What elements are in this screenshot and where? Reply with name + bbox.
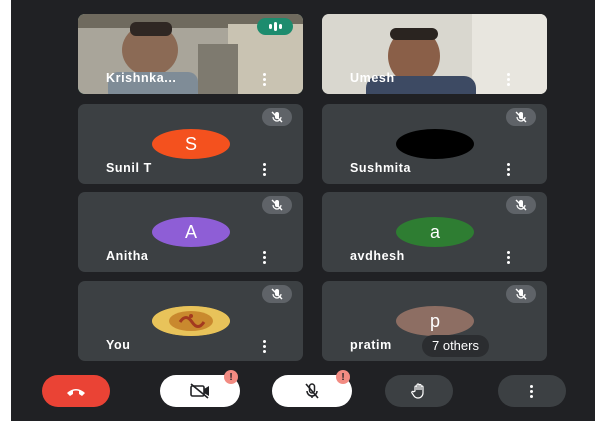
participant-tile-krishnka[interactable]: Krishnka... [78, 14, 303, 94]
others-count-badge[interactable]: 7 others [422, 335, 489, 357]
more-vert-icon[interactable] [263, 340, 267, 353]
camera-off-icon [190, 383, 209, 399]
participant-tile-umesh[interactable]: Umesh [322, 14, 547, 94]
mic-off-icon [262, 196, 292, 214]
participant-tile-you[interactable]: You [78, 281, 303, 361]
mic-toggle-button[interactable]: ! [272, 370, 352, 407]
more-vert-icon[interactable] [507, 73, 511, 86]
participant-tile-sunil[interactable]: S Sunil T [78, 104, 303, 184]
participant-name: You [106, 338, 131, 352]
participant-name: Umesh [350, 71, 395, 85]
raise-hand-icon [411, 383, 424, 399]
participant-name: pratim [350, 338, 392, 352]
avatar: S [152, 129, 230, 159]
avatar: p [396, 306, 474, 336]
participant-name: avdhesh [350, 249, 405, 263]
avatar: A [152, 217, 230, 247]
end-call-icon [67, 389, 85, 396]
raise-hand-button[interactable] [385, 375, 453, 407]
avatar [396, 129, 474, 159]
participant-tile-avdhesh[interactable]: a avdhesh [322, 192, 547, 272]
speaking-indicator-icon [257, 18, 293, 35]
mic-alert-badge: ! [336, 370, 350, 384]
more-vert-icon[interactable] [263, 251, 267, 264]
mic-off-icon [305, 383, 319, 399]
avatar: a [396, 217, 474, 247]
camera-toggle-button[interactable]: ! [160, 370, 240, 407]
more-vert-icon [530, 384, 534, 398]
mic-off-icon [506, 108, 536, 126]
mic-off-icon [506, 285, 536, 303]
participant-tile-sushmita[interactable]: Sushmita [322, 104, 547, 184]
mic-off-icon [262, 108, 292, 126]
participant-tile-anitha[interactable]: A Anitha [78, 192, 303, 272]
end-call-button[interactable] [42, 375, 110, 407]
avatar-image [152, 306, 230, 336]
participant-name: Krishnka... [106, 71, 177, 85]
mic-off-icon [262, 285, 292, 303]
participant-name: Sushmita [350, 161, 412, 175]
participant-name: Sunil T [106, 161, 152, 175]
more-vert-icon[interactable] [263, 73, 267, 86]
more-vert-icon[interactable] [507, 251, 511, 264]
meeting-screen: Krishnka... Umesh S Sunil T Sushmita A A… [11, 0, 595, 421]
participant-tile-others[interactable]: p pratim 7 others [322, 281, 547, 361]
camera-alert-badge: ! [224, 370, 238, 384]
more-vert-icon[interactable] [263, 163, 267, 176]
more-vert-icon[interactable] [507, 163, 511, 176]
mic-off-icon [506, 196, 536, 214]
more-options-button[interactable] [498, 375, 566, 407]
participant-name: Anitha [106, 249, 149, 263]
